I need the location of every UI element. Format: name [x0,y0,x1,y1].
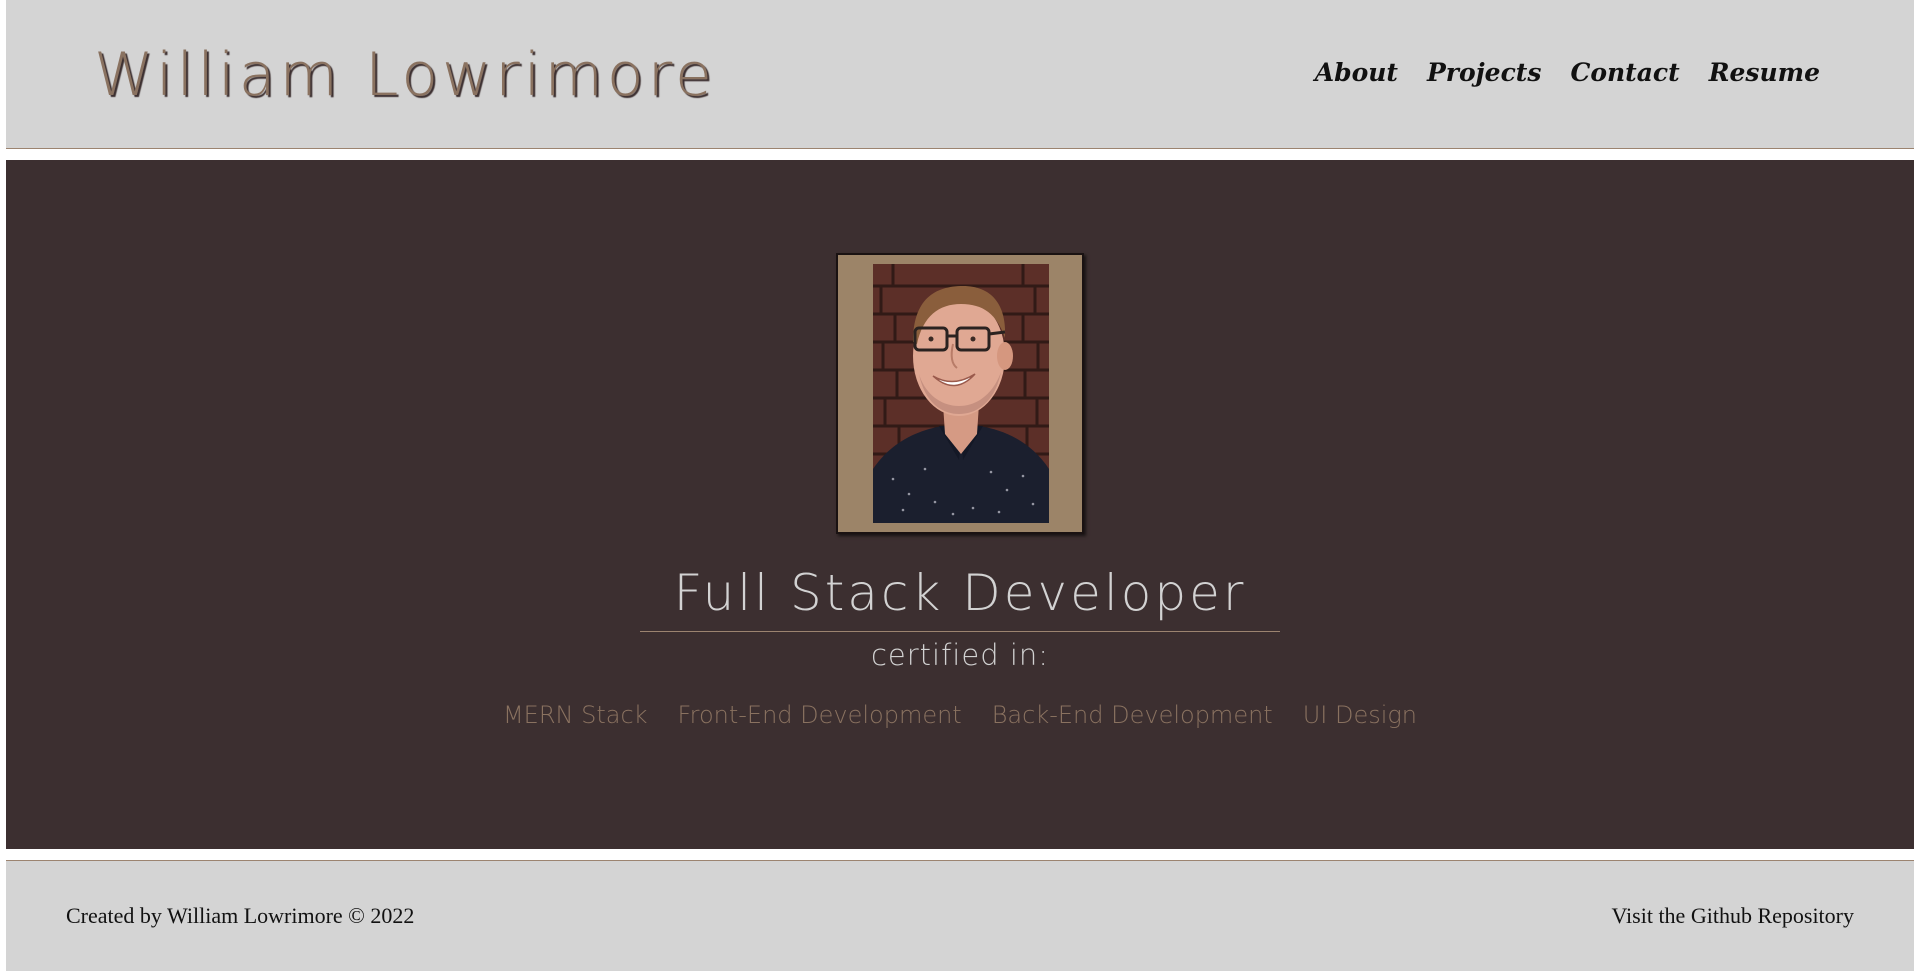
certification-item: Front-End Development [677,701,962,729]
footer-credit: Created by William Lowrimore © 2022 [66,903,415,928]
nav-link-resume[interactable]: Resume [1709,58,1820,88]
site-header: William Lowrimore About Projects Contact… [6,0,1914,149]
certified-label: certified in: [870,638,1050,672]
profile-photo [873,264,1049,523]
nav-link-projects[interactable]: Projects [1427,58,1541,88]
nav-link-about[interactable]: About [1315,58,1398,88]
certification-item: UI Design [1302,701,1418,729]
certification-item: MERN Stack [502,701,648,729]
site-title: William Lowrimore [94,40,716,110]
main-nav: About Projects Contact Resume [1315,58,1820,88]
site-footer: Created by William Lowrimore © 2022 Visi… [6,860,1914,971]
certification-item: Back-End Development [991,701,1273,729]
role-title: Full Stack Developer [673,564,1247,622]
page: William Lowrimore About Projects Contact… [0,0,1920,971]
certification-list: MERN Stack Front-End Development Back-En… [6,701,1914,730]
hero-section: Full Stack Developer certified in: MERN … [6,160,1914,849]
profile-photo-frame [836,253,1084,534]
title-divider [640,631,1280,632]
nav-link-contact[interactable]: Contact [1570,58,1679,88]
github-repo-link[interactable]: Visit the Github Repository [1611,903,1854,929]
